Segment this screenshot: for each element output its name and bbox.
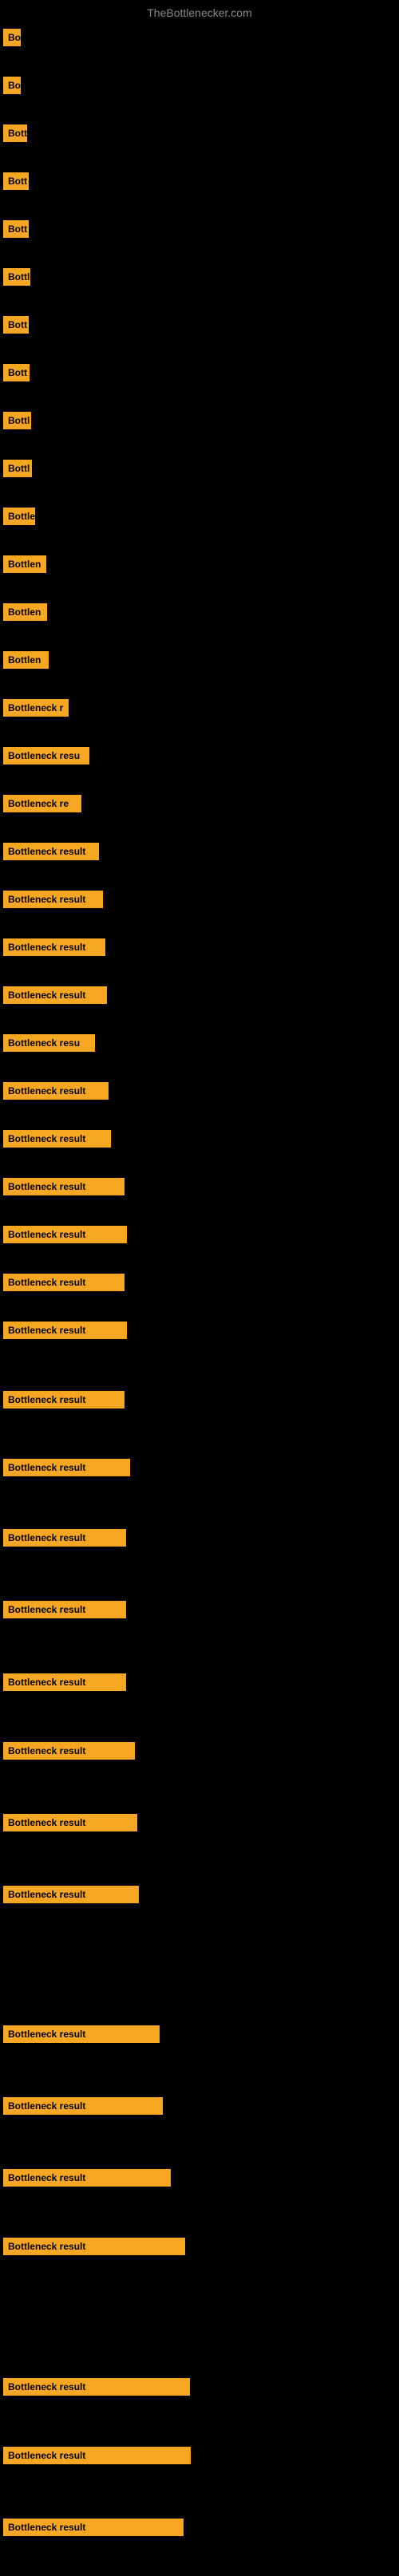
bottleneck-label: Bottl xyxy=(3,460,32,477)
list-item: Bottleneck result xyxy=(0,1523,399,1553)
list-item: Bottleneck resu xyxy=(0,741,399,771)
list-item: Bottleneck r xyxy=(0,693,399,723)
list-item: Bottlen xyxy=(0,549,399,579)
bottleneck-label: Bottleneck result xyxy=(3,2169,171,2187)
list-item: Bottleneck result xyxy=(0,2163,399,2193)
bottleneck-label: Bottleneck result xyxy=(3,986,107,1004)
bottleneck-label: Bottleneck result xyxy=(3,1391,124,1409)
bottleneck-label: Bottleneck result xyxy=(3,1130,111,1148)
bottleneck-label: Bott xyxy=(3,124,27,142)
list-item: Bottleneck result xyxy=(0,1076,399,1106)
bottleneck-label: Bottleneck result xyxy=(3,1226,127,1243)
bottleneck-label: Bottlen xyxy=(3,555,46,573)
list-item: Bottl xyxy=(0,453,399,484)
bottleneck-label: Bottlen xyxy=(3,603,47,621)
list-item: Bottleneck result xyxy=(0,2019,399,2049)
bottleneck-label: Bottleneck r xyxy=(3,699,69,717)
list-item: Bottleneck result xyxy=(0,2372,399,2402)
list-item: Bottleneck result xyxy=(0,1879,399,1910)
bottleneck-label: Bottleneck result xyxy=(3,1673,126,1691)
list-item: Bottleneck result xyxy=(0,1219,399,1250)
bottleneck-label: Bottleneck result xyxy=(3,1459,130,1476)
list-item: Bottle xyxy=(0,501,399,531)
bottleneck-label: Bottleneck result xyxy=(3,1886,139,1903)
bottleneck-label: Bottleneck re xyxy=(3,795,81,812)
bottleneck-label: Bottleneck result xyxy=(3,891,103,908)
list-item: Bott xyxy=(0,166,399,196)
bottleneck-label: Bottle xyxy=(3,508,35,525)
list-item: Bo xyxy=(0,22,399,53)
list-item: Bottleneck result xyxy=(0,1452,399,1483)
bottleneck-label: Bottleneck result xyxy=(3,1322,127,1339)
list-item: Bottlen xyxy=(0,597,399,627)
bottleneck-label: Bottleneck result xyxy=(3,938,105,956)
bottleneck-label: Bottleneck result xyxy=(3,1529,126,1547)
bottleneck-label: Bottl xyxy=(3,268,30,286)
bottleneck-label: Bottleneck result xyxy=(3,1082,109,1100)
list-item: Bott xyxy=(0,214,399,244)
bottleneck-label: Bottleneck result xyxy=(3,1178,124,1195)
list-item: Bottlen xyxy=(0,645,399,675)
bottleneck-label: Bottleneck result xyxy=(3,2238,185,2255)
bottleneck-label: Bottleneck result xyxy=(3,2447,191,2464)
bottleneck-label: Bottleneck resu xyxy=(3,1034,95,1052)
list-item: Bottleneck result xyxy=(0,836,399,867)
list-item: Bottleneck result xyxy=(0,1267,399,1298)
list-item: Bottleneck resu xyxy=(0,1028,399,1058)
list-item: Bottleneck result xyxy=(0,2512,399,2542)
bottleneck-label: Bottleneck result xyxy=(3,2519,184,2536)
list-item: Bottleneck result xyxy=(0,884,399,915)
bottleneck-label: Bottleneck result xyxy=(3,1601,126,1618)
bottleneck-label: Bo xyxy=(3,29,21,46)
list-item: Bottleneck result xyxy=(0,1315,399,1345)
bottleneck-label: Bottleneck result xyxy=(3,2097,163,2115)
site-title: TheBottlenecker.com xyxy=(0,0,399,22)
bottleneck-label: Bott xyxy=(3,316,29,334)
list-item: Bottleneck result xyxy=(0,1736,399,1766)
bottleneck-label: Bottleneck result xyxy=(3,2025,160,2043)
list-item: Bottleneck result xyxy=(0,2231,399,2262)
bottleneck-label: Bo xyxy=(3,77,21,94)
bottleneck-label: Bottleneck resu xyxy=(3,747,89,765)
bottleneck-label: Bott xyxy=(3,364,30,381)
items-container: Bo Bo Bott Bott Bott Bottl Bott Bott Bottl Bottl B… xyxy=(0,22,399,2552)
list-item: Bottleneck result xyxy=(0,1124,399,1154)
bottleneck-label: Bott xyxy=(3,172,29,190)
bottleneck-label: Bottleneck result xyxy=(3,843,99,860)
bottleneck-label: Bottleneck result xyxy=(3,1814,137,1831)
list-item: Bottleneck result xyxy=(0,1808,399,1838)
bottleneck-label: Bottlen xyxy=(3,651,49,669)
list-item: Bottleneck result xyxy=(0,932,399,962)
list-item: Bott xyxy=(0,118,399,148)
list-item: Bottleneck result xyxy=(0,2091,399,2121)
list-item: Bottleneck result xyxy=(0,1667,399,1697)
bottleneck-label: Bott xyxy=(3,220,29,238)
list-item: Bottl xyxy=(0,262,399,292)
list-item: Bottleneck result xyxy=(0,980,399,1010)
bottleneck-label: Bottleneck result xyxy=(3,1742,135,1760)
list-item: Bo xyxy=(0,70,399,101)
list-item: Bottleneck result xyxy=(0,1171,399,1202)
list-item: Bott xyxy=(0,358,399,388)
list-item: Bott xyxy=(0,310,399,340)
bottleneck-label: Bottl xyxy=(3,412,31,429)
list-item: Bottl xyxy=(0,405,399,436)
list-item: Bottleneck result xyxy=(0,1385,399,1415)
bottleneck-label: Bottleneck result xyxy=(3,2378,190,2396)
list-item: Bottleneck result xyxy=(0,1594,399,1625)
list-item: Bottleneck result xyxy=(0,2440,399,2471)
list-item: Bottleneck re xyxy=(0,788,399,819)
bottleneck-label: Bottleneck result xyxy=(3,1274,124,1291)
